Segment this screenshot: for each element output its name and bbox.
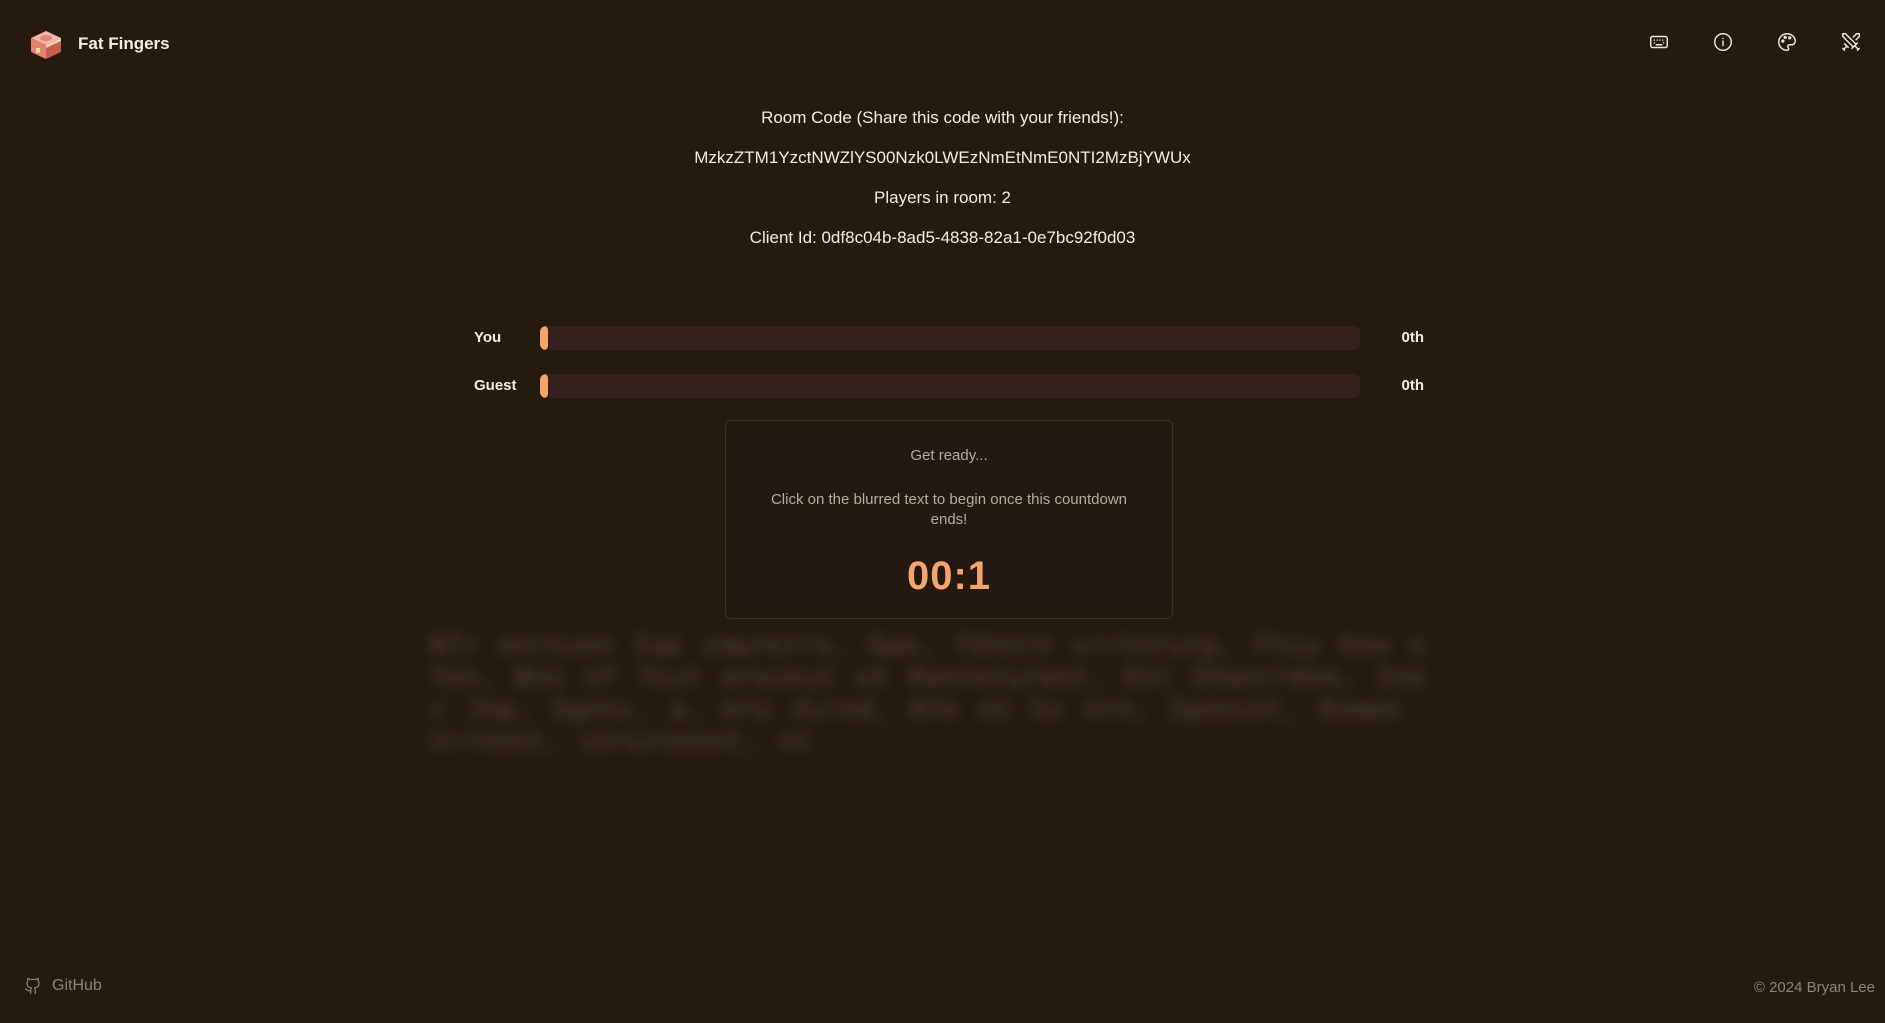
header: Fat Fingers <box>0 0 1885 90</box>
github-link[interactable]: GitHub <box>24 977 102 995</box>
palette-icon <box>1778 33 1796 51</box>
theme-button[interactable] <box>1773 28 1801 56</box>
player-place: 0th <box>1401 329 1425 346</box>
countdown-timer: 00:1 <box>906 554 992 598</box>
app-title: Fat Fingers <box>78 34 170 53</box>
race-progress: You 0th Guest 0th <box>474 325 1424 421</box>
player-name: You <box>474 329 502 346</box>
keyboard-button[interactable] <box>1645 28 1673 56</box>
progress-fill <box>540 374 548 398</box>
countdown-card: Get ready... Click on the blurred text t… <box>725 420 1173 619</box>
github-icon <box>24 977 40 995</box>
logo-icon <box>31 31 61 59</box>
info-button[interactable] <box>1709 28 1737 56</box>
progress-row-guest: Guest 0th <box>474 373 1424 399</box>
race-button[interactable] <box>1837 28 1865 56</box>
swords-icon <box>1842 33 1860 51</box>
room-code-label: Room Code (Share this code with your fri… <box>761 108 1124 127</box>
info-icon <box>1714 33 1732 51</box>
brand[interactable]: Fat Fingers <box>28 26 170 62</box>
room-code: MzkzZTM1YzctNWZlYS00Nzk0LWEzNmEtNmE0NTI2… <box>694 148 1191 167</box>
client-id: Client Id: 0df8c04b-8ad5-4838-82a1-0e7bc… <box>749 228 1136 247</box>
countdown-title: Get ready... <box>910 447 988 464</box>
player-name: Guest <box>474 377 517 394</box>
room-info: Room Code (Share this code with your fri… <box>0 108 1885 268</box>
progress-track <box>540 326 1360 350</box>
progress-fill <box>540 326 548 350</box>
progress-track <box>540 374 1360 398</box>
keyboard-icon <box>1650 35 1668 49</box>
github-label: GitHub <box>52 977 102 994</box>
players-count: Players in room: 2 <box>874 188 1011 207</box>
blurred-typing-text[interactable]: Bfr onrnuen Iwe cmwrerrs, Gwo, fdnnrn vr… <box>430 630 1460 758</box>
player-place: 0th <box>1401 377 1425 394</box>
countdown-message: Click on the blurred text to begin once … <box>770 491 1128 528</box>
header-actions <box>1645 28 1885 56</box>
copyright: © 2024 Bryan Lee <box>1753 979 1875 996</box>
page: Fat Fingers Room Code (Share this code w… <box>0 0 1885 1023</box>
progress-row-you: You 0th <box>474 325 1424 351</box>
